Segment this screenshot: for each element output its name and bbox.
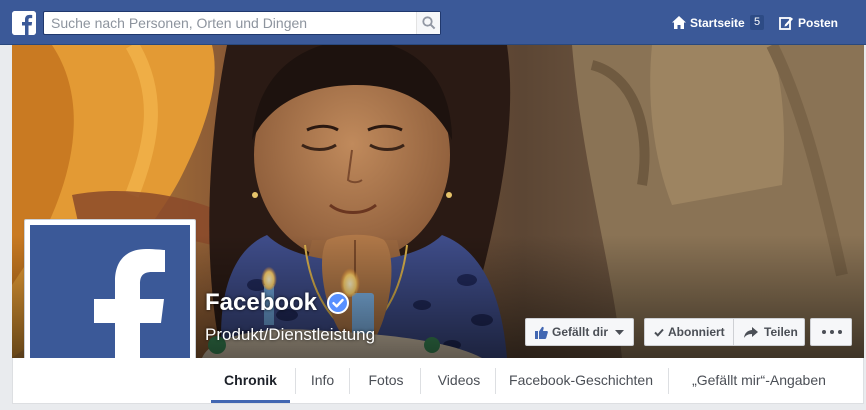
post-link[interactable]: Posten <box>779 13 841 33</box>
page-category[interactable]: Produkt/Dienstleistung <box>205 325 375 345</box>
follow-label: Abonniert <box>668 325 725 339</box>
chevron-down-icon <box>615 330 624 335</box>
share-label: Teilen <box>764 325 798 339</box>
home-link[interactable]: Startseite 5 <box>672 13 764 33</box>
tab-info[interactable]: Info <box>302 358 343 403</box>
facebook-logo-icon[interactable] <box>12 11 36 35</box>
verified-badge-icon <box>327 292 349 314</box>
tab-divider <box>420 368 421 394</box>
home-notification-count: 5 <box>750 15 764 30</box>
share-arrow-icon <box>744 327 758 338</box>
home-icon <box>672 16 686 29</box>
page-name[interactable]: Facebook <box>205 289 317 317</box>
tab-divider <box>495 368 496 394</box>
post-label: Posten <box>798 16 839 30</box>
search-button[interactable] <box>416 12 440 34</box>
more-options-button[interactable] <box>810 318 852 346</box>
like-button[interactable]: Gefällt dir <box>525 318 634 346</box>
tab-divider <box>668 368 669 394</box>
follow-button[interactable]: Abonniert <box>644 318 734 346</box>
thumbs-up-icon <box>535 326 548 339</box>
top-navigation-bar: Startseite 5 Posten <box>0 0 866 45</box>
checkmark-icon <box>654 328 664 337</box>
search-input[interactable] <box>44 12 416 34</box>
search-box <box>43 11 441 35</box>
like-label: Gefällt dir <box>552 325 609 339</box>
timeline-tab-bar: Chronik Info Fotos Videos Facebook-Gesch… <box>12 358 864 404</box>
home-label: Startseite <box>690 16 745 30</box>
edit-icon <box>779 17 793 30</box>
search-icon <box>422 16 436 30</box>
tab-chronik[interactable]: Chronik <box>211 358 290 403</box>
more-dots-icon <box>822 330 842 334</box>
tab-likes[interactable]: „Gefällt mir“-Angaben <box>675 358 843 403</box>
tab-divider <box>295 368 296 394</box>
tab-videos[interactable]: Videos <box>427 358 491 403</box>
share-button[interactable]: Teilen <box>733 318 805 346</box>
tab-divider <box>349 368 350 394</box>
tab-facebook-geschichten[interactable]: Facebook-Geschichten <box>501 358 661 403</box>
tab-fotos[interactable]: Fotos <box>357 358 415 403</box>
